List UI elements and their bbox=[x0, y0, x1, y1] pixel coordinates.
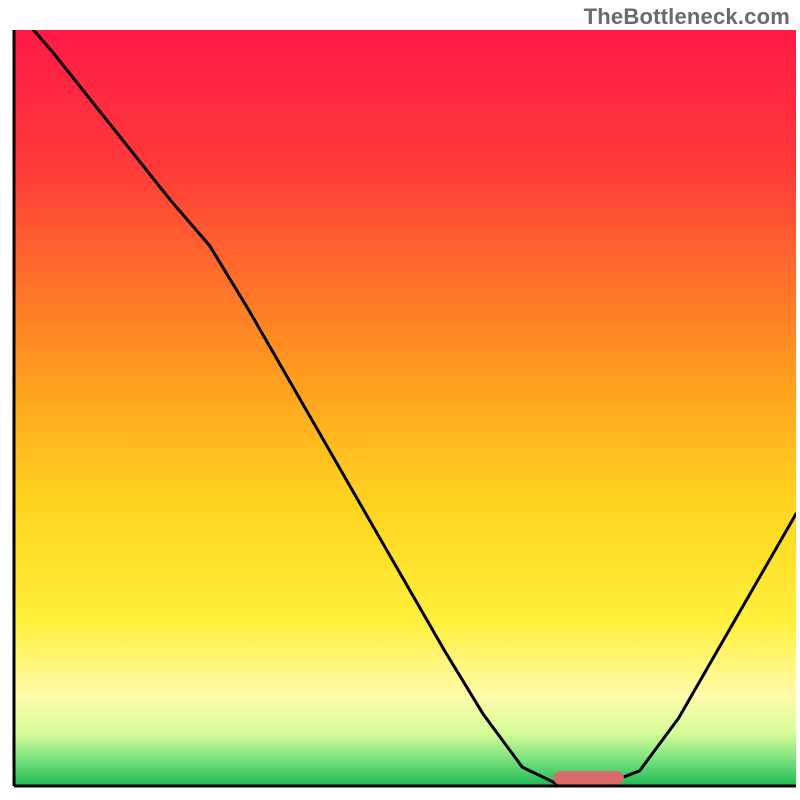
gradient-background bbox=[14, 30, 796, 786]
chart-svg bbox=[0, 0, 800, 800]
watermark-text: TheBottleneck.com bbox=[584, 4, 790, 30]
chart-canvas: TheBottleneck.com bbox=[0, 0, 800, 800]
plot-area bbox=[14, 7, 796, 786]
